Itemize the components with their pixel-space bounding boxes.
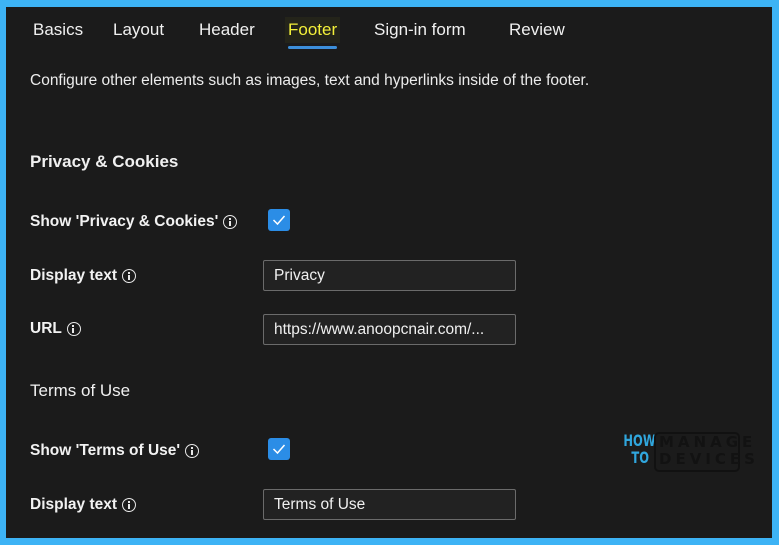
show-terms-checkbox[interactable]	[268, 438, 290, 460]
show-privacy-label: Show 'Privacy & Cookies'	[30, 213, 238, 231]
show-privacy-label-text: Show 'Privacy & Cookies'	[30, 213, 219, 230]
watermark-to: TO	[631, 448, 649, 467]
info-icon[interactable]	[122, 498, 137, 512]
footer-settings-panel: Basics Layout Header Footer Sign-in form…	[6, 7, 772, 538]
checkmark-icon	[272, 215, 286, 226]
tab-basics[interactable]: Basics	[30, 17, 86, 43]
info-icon[interactable]	[185, 444, 200, 458]
privacy-url-label-text: URL	[30, 320, 62, 337]
terms-display-text-input[interactable]	[263, 489, 516, 520]
footer-description: Configure other elements such as images,…	[30, 72, 590, 89]
info-icon[interactable]	[66, 322, 81, 336]
tab-review[interactable]: Review	[506, 17, 568, 43]
checkmark-icon	[272, 444, 286, 455]
privacy-url-label: URL	[30, 320, 81, 338]
watermark-manage: MANAGE	[659, 433, 757, 451]
info-icon[interactable]	[223, 215, 238, 229]
privacy-section-title: Privacy & Cookies	[30, 152, 179, 171]
watermark-manage-devices: MANAGE DEVICES	[654, 432, 759, 472]
tab-footer-label: Footer	[288, 20, 338, 39]
info-icon[interactable]	[122, 269, 137, 283]
privacy-display-text-label-text: Display text	[30, 267, 118, 284]
watermark-devices: DEVICES	[659, 450, 759, 468]
terms-display-text-label-text: Display text	[30, 496, 118, 513]
show-terms-label-text: Show 'Terms of Use'	[30, 442, 181, 459]
tab-layout[interactable]: Layout	[110, 17, 167, 43]
privacy-display-text-input[interactable]	[263, 260, 516, 291]
active-tab-indicator	[288, 46, 338, 49]
watermark-how: HOW	[623, 431, 656, 450]
tab-header[interactable]: Header	[196, 17, 258, 43]
show-privacy-checkbox[interactable]	[268, 209, 290, 231]
watermark-how-to: HOW TO	[623, 431, 656, 467]
tab-sign-in-form[interactable]: Sign-in form	[371, 17, 469, 43]
show-terms-label: Show 'Terms of Use'	[30, 442, 200, 460]
privacy-url-input[interactable]	[263, 314, 516, 345]
terms-section-title: Terms of Use	[30, 381, 131, 400]
tab-footer[interactable]: Footer	[285, 17, 341, 49]
terms-display-text-label: Display text	[30, 496, 137, 514]
privacy-display-text-label: Display text	[30, 267, 137, 285]
